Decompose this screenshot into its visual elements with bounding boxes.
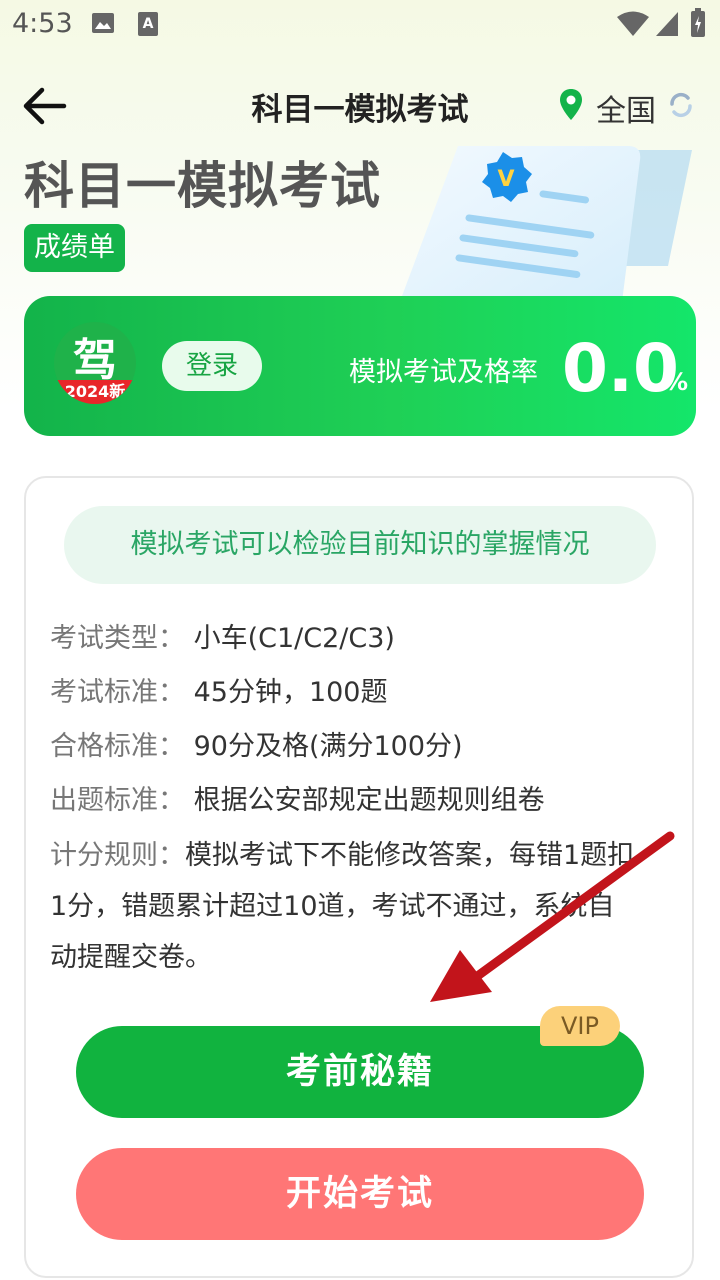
app-logo: 驾 2024新 bbox=[54, 322, 136, 404]
start-exam-button[interactable]: 开始考试 bbox=[76, 1148, 644, 1240]
pass-rate-unit: % bbox=[664, 368, 689, 396]
pass-standard-row: 合格标准： 90分及格(满分100分) bbox=[50, 724, 463, 763]
accessibility-icon: A bbox=[138, 12, 158, 36]
gallery-icon bbox=[92, 13, 114, 33]
pass-standard-label: 合格标准： bbox=[50, 731, 185, 762]
wifi-icon bbox=[617, 11, 649, 36]
exam-standard-value: 45分钟，100题 bbox=[193, 677, 388, 708]
scoring-rule-label: 计分规则： bbox=[50, 840, 185, 871]
document-illustration: V bbox=[401, 146, 692, 302]
pass-rate-value: 0.0 bbox=[562, 330, 679, 407]
annotation-arrow bbox=[430, 831, 675, 1002]
battery-icon bbox=[691, 8, 705, 37]
exam-standard-label: 考试标准： bbox=[50, 677, 185, 708]
pass-rate-label: 模拟考试及格率 bbox=[349, 357, 538, 388]
exam-type-row: 考试类型： 小车(C1/C2/C3) bbox=[50, 616, 395, 655]
location-pin-icon[interactable] bbox=[558, 88, 584, 122]
signal-icon bbox=[656, 12, 678, 36]
location-label[interactable]: 全国 bbox=[596, 86, 656, 130]
logo-character: 驾 bbox=[73, 335, 117, 386]
refresh-icon[interactable] bbox=[666, 90, 696, 120]
hero-title: 科目一模拟考试 bbox=[24, 157, 381, 215]
exam-tip: 模拟考试可以检验目前知识的掌握情况 bbox=[64, 506, 656, 584]
status-time: 4:53 bbox=[12, 8, 73, 39]
login-button[interactable]: 登录 bbox=[162, 341, 262, 391]
question-standard-label: 出题标准： bbox=[50, 785, 185, 816]
report-card-badge[interactable]: 成绩单 bbox=[24, 224, 125, 272]
svg-text:V: V bbox=[497, 167, 514, 192]
svg-text:A: A bbox=[143, 16, 154, 32]
logo-year-band: 2024新 bbox=[54, 380, 136, 404]
exam-standard-row: 考试标准： 45分钟，100题 bbox=[50, 670, 388, 709]
question-standard-value: 根据公安部规定出题规则组卷 bbox=[193, 785, 545, 816]
exam-type-label: 考试类型： bbox=[50, 623, 185, 654]
pass-standard-value: 90分及格(满分100分) bbox=[193, 731, 463, 762]
question-standard-row: 出题标准： 根据公安部规定出题规则组卷 bbox=[50, 778, 545, 817]
exam-type-value: 小车(C1/C2/C3) bbox=[193, 623, 395, 654]
